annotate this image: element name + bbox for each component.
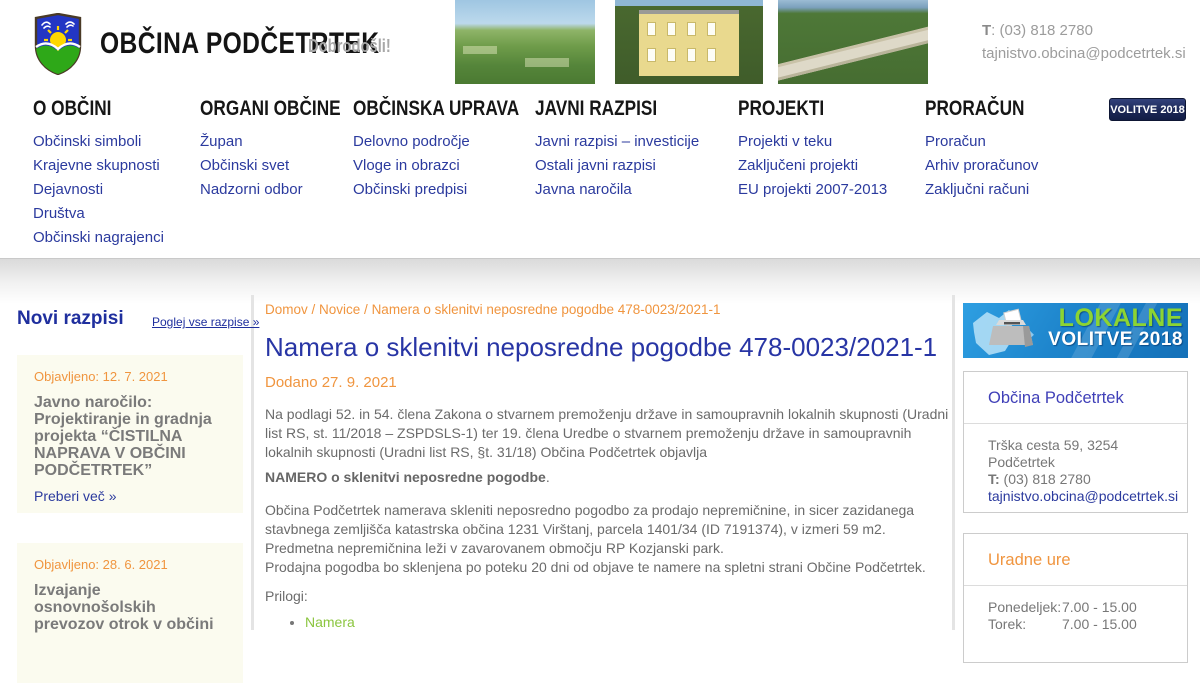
- nav-link-nadzorni-odbor[interactable]: Nadzorni odbor: [200, 178, 372, 202]
- content-divider-right: [952, 295, 955, 630]
- nav-link-eu-projekti[interactable]: EU projekti 2007-2013: [738, 178, 887, 202]
- contact-box-heading[interactable]: Občina Podčetrtek: [964, 372, 1187, 424]
- tender-date: Objavljeno: 28. 6. 2021: [34, 557, 226, 572]
- article-paragraph: Na podlagi 52. in 54. člena Zakona o stv…: [265, 405, 949, 462]
- nav-link-projekti-v-teku[interactable]: Projekti v teku: [738, 130, 887, 154]
- breadcrumb: Domov / Novice / Namera o sklenitvi nepo…: [265, 302, 949, 317]
- volitve-2018-button[interactable]: VOLITVE 2018: [1109, 98, 1186, 121]
- nav-heading: JAVNI RAZPISI: [535, 97, 699, 130]
- contact-box-body: Trška cesta 59, 3254 Podčetrtek T: (03) …: [964, 424, 1187, 518]
- nav-link-ostali-javni-razpisi[interactable]: Ostali javni razpisi: [535, 154, 699, 178]
- nav-heading: PROJEKTI: [738, 97, 887, 130]
- article-main: Domov / Novice / Namera o sklenitvi nepo…: [265, 295, 949, 632]
- attachment-item: Namera: [305, 613, 949, 632]
- article-title: Namera o sklenitvi neposredne pogodbe 47…: [265, 333, 949, 362]
- nav-link-vloge-in-obrazci[interactable]: Vloge in obrazci: [353, 154, 556, 178]
- office-hours-box: Uradne ure Ponedeljek: 7.00 - 15.00 Tore…: [963, 533, 1188, 663]
- coat-of-arms-logo: [33, 13, 83, 75]
- lokalne-volitve-banner[interactable]: LOKALNE VOLITVE 2018: [963, 303, 1188, 358]
- article-date: Dodano 27. 9. 2021: [265, 374, 949, 391]
- nav-heading: ORGANI OBČINE: [200, 97, 372, 130]
- nav-column-projekti: PROJEKTI Projekti v teku Zaključeni proj…: [738, 97, 887, 202]
- header-photo-hillside: [455, 0, 595, 84]
- nav-link-zakljuceni-projekti[interactable]: Zaključeni projekti: [738, 154, 887, 178]
- breadcrumb-current: Namera o sklenitvi neposredne pogodbe 47…: [372, 302, 721, 317]
- new-tenders-heading: Novi razpisi: [17, 308, 124, 330]
- tender-title: Izvajanje osnovnošolskih prevozov otrok …: [34, 582, 226, 633]
- nav-link-drustva[interactable]: Društva: [33, 202, 164, 226]
- nav-column-organi-obcine: ORGANI OBČINE Župan Občinski svet Nadzor…: [200, 97, 372, 202]
- header-email: tajnistvo.obcina@podcetrtek.si: [982, 42, 1186, 65]
- municipality-contact-box: Občina Podčetrtek Trška cesta 59, 3254 P…: [963, 371, 1188, 513]
- photo-decor: [463, 46, 497, 54]
- article-paragraph: Občina Podčetrtek namerava skleniti nepo…: [265, 501, 949, 577]
- welcome-text: Dobrodošli!: [308, 36, 409, 57]
- nav-link-dejavnosti[interactable]: Dejavnosti: [33, 178, 164, 202]
- office-hours-body: Ponedeljek: 7.00 - 15.00 Torek: 7.00 - 1…: [964, 586, 1187, 646]
- breadcrumb-home-link[interactable]: Domov: [265, 302, 308, 317]
- nav-link-obcinski-simboli[interactable]: Občinski simboli: [33, 130, 164, 154]
- tender-card[interactable]: Objavljeno: 12. 7. 2021 Javno naročilo: …: [17, 355, 243, 513]
- header-photo-building: [615, 0, 763, 84]
- nav-link-obcinski-svet[interactable]: Občinski svet: [200, 154, 372, 178]
- nav-heading: O OBČINI: [33, 97, 164, 130]
- nav-link-arhiv-proracunov[interactable]: Arhiv proračunov: [925, 154, 1046, 178]
- nav-link-zakljucni-racuni[interactable]: Zaključni računi: [925, 178, 1046, 202]
- photo-decor: [639, 14, 739, 76]
- nav-link-zupan[interactable]: Župan: [200, 130, 372, 154]
- nav-column-o-obcini: O OBČINI Občinski simboli Krajevne skupn…: [33, 97, 164, 250]
- hours-row: Ponedeljek: 7.00 - 15.00: [988, 599, 1163, 616]
- tender-title: Javno naročilo: Projektiranje in gradnja…: [34, 394, 226, 479]
- nav-link-javna-narocila[interactable]: Javna naročila: [535, 178, 699, 202]
- header-photo-road: [778, 0, 928, 84]
- nav-column-obcinska-uprava: OBČINSKA UPRAVA Delovno področje Vloge i…: [353, 97, 556, 202]
- nav-link-obcinski-nagrajenci[interactable]: Občinski nagrajenci: [33, 226, 164, 250]
- nav-link-obcinski-predpisi[interactable]: Občinski predpisi: [353, 178, 556, 202]
- hours-row: Torek: 7.00 - 15.00: [988, 616, 1163, 633]
- contact-phone: T: (03) 818 2780: [988, 471, 1163, 488]
- site-header: OBČINA PODČETRTEK Dobrodošli! T: (03) 81…: [0, 0, 1200, 84]
- breadcrumb-news-link[interactable]: Novice: [319, 302, 360, 317]
- photo-decor: [778, 18, 928, 82]
- header-phone: T: (03) 818 2780: [982, 19, 1186, 42]
- tender-date: Objavljeno: 12. 7. 2021: [34, 369, 226, 384]
- nav-column-javni-razpisi: JAVNI RAZPISI Javni razpisi – investicij…: [535, 97, 699, 202]
- header-contact: T: (03) 818 2780 tajnistvo.obcina@podcet…: [982, 19, 1186, 65]
- read-more-link[interactable]: Preberi več »: [34, 488, 116, 504]
- nav-link-javni-razpisi-investicije[interactable]: Javni razpisi – investicije: [535, 130, 699, 154]
- contact-address: Trška cesta 59, 3254 Podčetrtek: [988, 437, 1163, 471]
- office-hours-heading: Uradne ure: [964, 534, 1187, 586]
- contact-email-link[interactable]: tajnistvo.obcina@podcetrtek.si: [988, 488, 1178, 504]
- tender-card[interactable]: Objavljeno: 28. 6. 2021 Izvajanje osnovn…: [17, 543, 243, 683]
- nav-link-proracun[interactable]: Proračun: [925, 130, 1046, 154]
- nav-column-proracun: PRORAČUN Proračun Arhiv proračunov Zaklj…: [925, 97, 1046, 202]
- content-divider-left: [251, 295, 254, 630]
- see-all-tenders-link[interactable]: Poglej vse razpise »: [152, 315, 259, 329]
- article-bold-line: NAMERO o sklenitvi neposredne pogodbe.: [265, 468, 949, 487]
- attachments-list: Namera: [305, 613, 949, 632]
- nav-link-delovno-podrocje[interactable]: Delovno področje: [353, 130, 556, 154]
- attachment-namera-link[interactable]: Namera: [305, 614, 355, 630]
- nav-heading: PRORAČUN: [925, 97, 1046, 130]
- photo-decor: [525, 58, 569, 67]
- nav-link-krajevne-skupnosti[interactable]: Krajevne skupnosti: [33, 154, 164, 178]
- attachments-label: Prilogi:: [265, 588, 949, 604]
- nav-heading: OBČINSKA UPRAVA: [353, 97, 556, 130]
- banner-text: LOKALNE VOLITVE 2018: [1048, 306, 1183, 350]
